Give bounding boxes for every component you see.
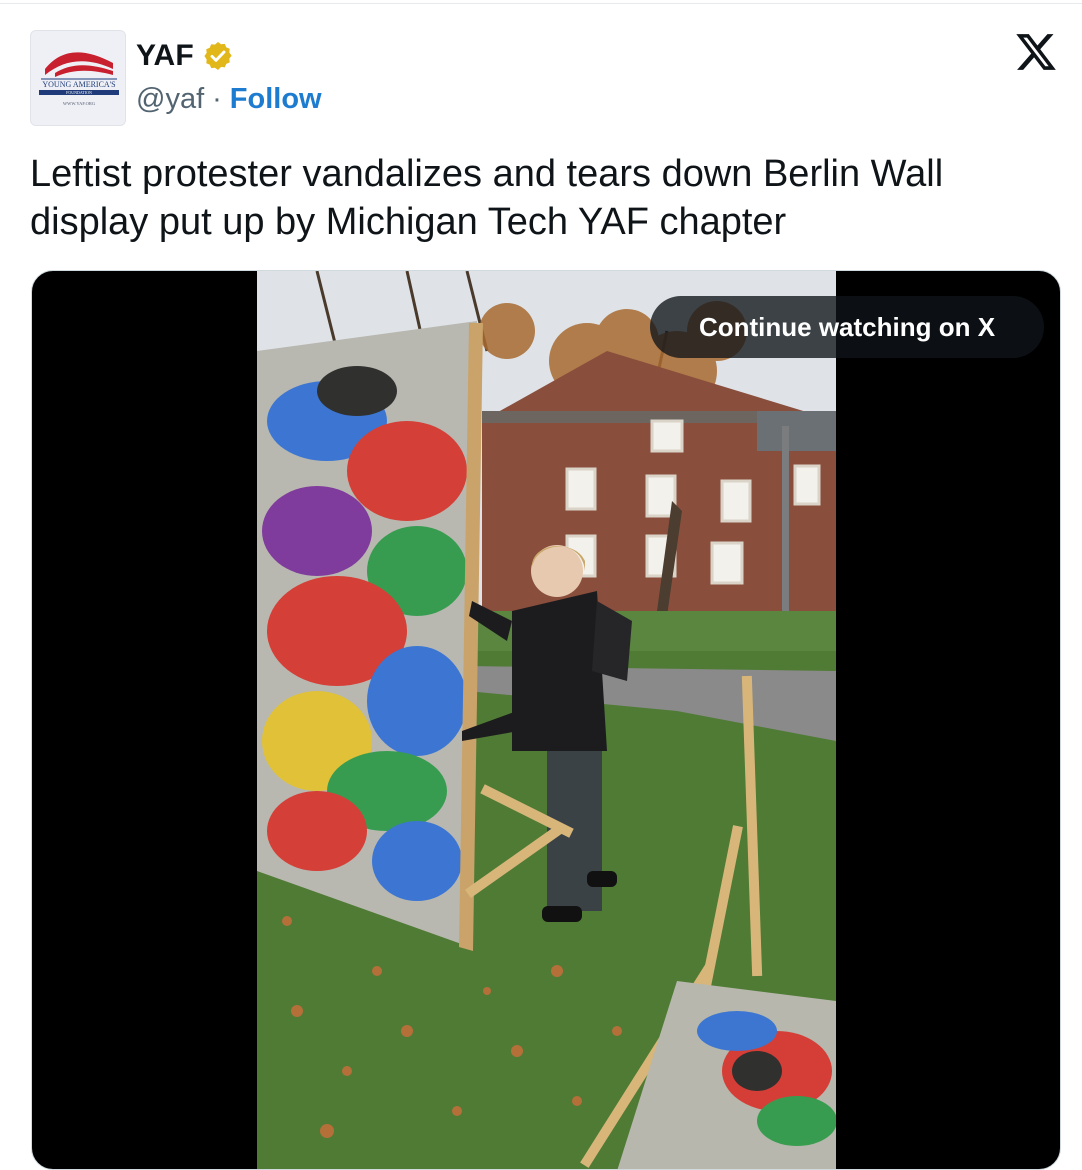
x-logo-icon[interactable] [1014,30,1058,74]
avatar-logo-text: YOUNG AMERICA'S [42,80,115,89]
avatar-logo-subtext: FOUNDATION [66,90,92,95]
verified-badge-icon [202,40,234,72]
video-player[interactable]: Continue watching on X [31,270,1061,1170]
card-border [0,3,1082,4]
continue-watching-button[interactable]: Continue watching on X [650,296,1044,358]
avatar[interactable]: YOUNG AMERICA'S FOUNDATION WWW.YAF.ORG [30,30,126,126]
handle-row: @yaf · Follow [136,80,322,118]
tweet-text: Leftist protester vandalizes and tears d… [30,153,944,243]
follow-button[interactable]: Follow [230,83,322,116]
tweet-card: YOUNG AMERICA'S FOUNDATION WWW.YAF.ORG Y… [0,0,1082,1170]
name-row: YAF [136,36,234,76]
display-name[interactable]: YAF [136,39,194,73]
handle[interactable]: @yaf [136,83,204,116]
avatar-url-text: WWW.YAF.ORG [63,101,96,106]
separator: · [212,82,222,115]
video-frame[interactable] [257,271,836,1169]
